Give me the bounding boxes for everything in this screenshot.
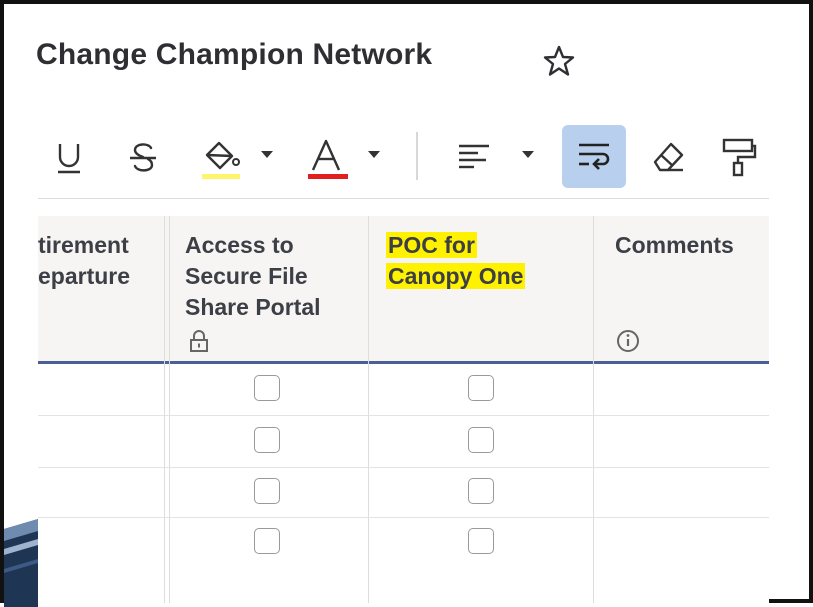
caret-down-icon — [261, 151, 273, 158]
row-divider — [38, 467, 769, 468]
access-checkbox[interactable] — [254, 478, 280, 504]
eraser-icon — [653, 142, 684, 172]
column-divider — [368, 216, 369, 603]
caret-down-icon — [522, 151, 534, 158]
underline-button[interactable] — [54, 141, 84, 177]
column-header-comments[interactable]: Comments — [615, 230, 734, 261]
poc-checkbox[interactable] — [468, 528, 494, 554]
column-header-line: Access to — [185, 232, 294, 258]
access-checkbox[interactable] — [254, 528, 280, 554]
app-window: Change Champion Network tirement epartur… — [0, 0, 813, 607]
caret-down-icon — [368, 151, 380, 158]
align-dropdown[interactable] — [520, 149, 536, 161]
toolbar-separator — [416, 132, 418, 180]
access-checkbox[interactable] — [254, 375, 280, 401]
fill-color-button[interactable] — [199, 137, 243, 181]
strikethrough-button[interactable] — [126, 140, 160, 176]
text-color-dropdown[interactable] — [366, 149, 382, 161]
access-checkbox[interactable] — [254, 427, 280, 453]
text-color-button[interactable] — [306, 137, 350, 181]
column-header-retirement[interactable]: tirement eparture — [38, 230, 130, 292]
column-header-access[interactable]: Access to Secure File Share Portal — [185, 230, 321, 323]
lock-icon — [190, 330, 208, 352]
wrap-text-icon — [579, 143, 610, 170]
wrap-text-icon-holder — [576, 140, 612, 174]
column-header-line: Secure File — [185, 263, 308, 289]
sheet-title: Change Champion Network — [36, 38, 433, 71]
underline-icon — [58, 144, 80, 174]
align-button[interactable] — [456, 141, 492, 173]
row-divider — [38, 415, 769, 416]
column-header-poc[interactable]: POC for Canopy One — [386, 230, 526, 292]
info-icon[interactable] — [616, 329, 640, 353]
favorite-star-icon[interactable] — [542, 44, 576, 78]
column-header-line: POC for — [386, 232, 477, 258]
align-left-icon — [459, 144, 489, 169]
column-header-line: Share Portal — [185, 294, 321, 320]
column-divider — [169, 216, 170, 603]
row-divider — [38, 517, 769, 518]
column-divider — [593, 216, 594, 603]
column-header-line: tirement — [38, 232, 129, 258]
clear-formatting-button[interactable] — [649, 138, 687, 176]
column-header-line: eparture — [38, 263, 131, 289]
paint-roller-icon — [722, 138, 757, 177]
poc-checkbox[interactable] — [468, 375, 494, 401]
format-painter-button[interactable] — [720, 136, 758, 178]
fill-color-dropdown[interactable] — [259, 149, 275, 161]
header-underline — [38, 361, 769, 364]
strikethrough-icon — [130, 143, 156, 172]
paint-bucket-icon — [202, 141, 240, 179]
column-header-line: Canopy One — [386, 263, 526, 289]
poc-checkbox[interactable] — [468, 478, 494, 504]
column-header-line: Comments — [615, 232, 734, 258]
poc-checkbox[interactable] — [468, 427, 494, 453]
column-divider — [164, 216, 165, 603]
background-image-fragment — [4, 519, 38, 607]
spreadsheet-grid: tirement eparture Access to Secure File … — [38, 199, 769, 603]
text-color-icon — [308, 139, 348, 179]
